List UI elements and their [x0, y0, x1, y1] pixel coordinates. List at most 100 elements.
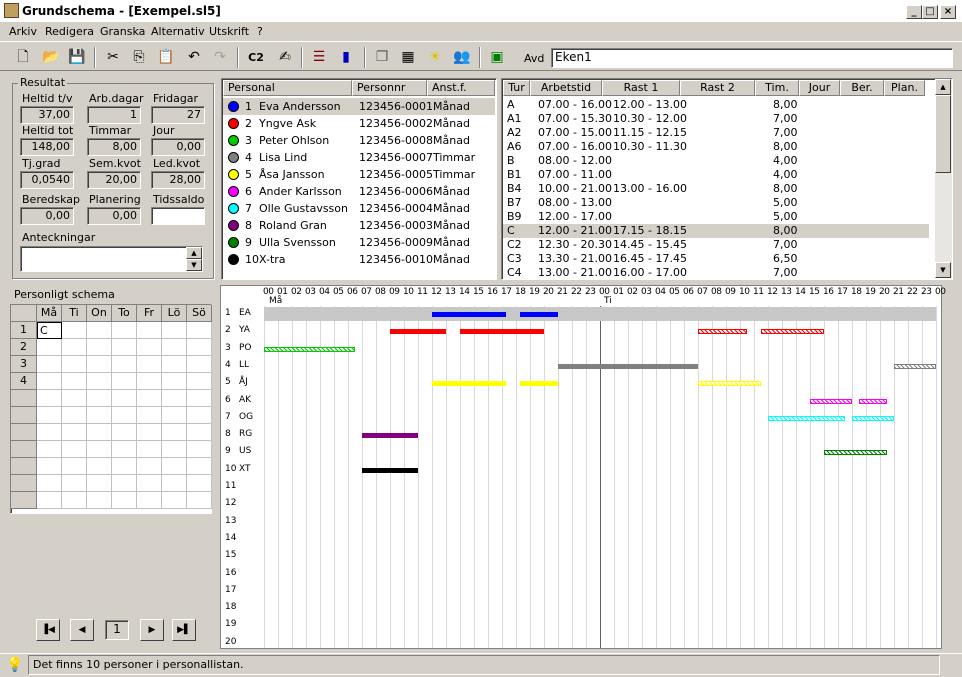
schema-cell[interactable] [62, 322, 87, 339]
schema-cell[interactable] [162, 492, 187, 509]
minimize-button[interactable]: _ [906, 5, 922, 19]
personal-row[interactable]: 7 Olle Gustavsson 123456-0004 Månad [223, 200, 495, 217]
schema-cell[interactable] [137, 322, 162, 339]
maximize-button[interactable]: □ [922, 5, 938, 19]
open-icon[interactable]: 📂 [40, 47, 62, 68]
schema-cell[interactable] [112, 475, 137, 492]
shift-bar[interactable] [519, 312, 558, 317]
redo-icon[interactable]: ↷ [209, 47, 231, 68]
menu-help[interactable]: ? [257, 25, 263, 38]
schema-cell[interactable] [87, 322, 112, 339]
gantt-chart[interactable]: 00 01 02 03 04 05 06 07 08 09 10 11 12 13 14 15 16 17 18 19… [220, 285, 946, 649]
schema-cell[interactable] [112, 424, 137, 441]
windows-icon[interactable]: ❐ [371, 47, 393, 68]
schema-cell[interactable] [187, 458, 212, 475]
schema-cell[interactable] [87, 390, 112, 407]
schema-cell[interactable] [162, 373, 187, 390]
schema-cell[interactable] [37, 441, 62, 458]
col-anst[interactable]: Anst.f. [427, 80, 495, 96]
shift-bar[interactable] [362, 433, 418, 439]
schema-cell[interactable] [162, 356, 187, 373]
shift-bar[interactable] [824, 450, 887, 456]
schema-cell[interactable] [112, 458, 137, 475]
schema-cell[interactable] [137, 390, 162, 407]
turer-col-header[interactable]: Jour [799, 80, 840, 96]
cut-icon[interactable]: ✂ [102, 47, 124, 68]
schema-cell[interactable] [112, 339, 137, 356]
schema-cell[interactable] [37, 339, 62, 356]
scroll-down-icon[interactable]: ▼ [935, 262, 951, 278]
schema-grid[interactable]: Må Ti On To Fr Lö Sö 1 C 2 3 4 [10, 304, 212, 514]
bar-chart-icon[interactable]: ▮ [335, 47, 357, 68]
schema-cell[interactable] [87, 475, 112, 492]
schema-cell[interactable] [37, 390, 62, 407]
turer-row[interactable]: B4 10.00 - 21.00 13.00 - 16.00 8,00 [503, 182, 929, 196]
close-button[interactable]: × [940, 5, 956, 19]
schema-cell[interactable] [137, 441, 162, 458]
schema-cell[interactable] [37, 492, 62, 509]
shift-bar[interactable] [362, 467, 418, 473]
personal-row[interactable]: 4 Lisa Lind 123456-0007 Timmar [223, 149, 495, 166]
paste-icon[interactable]: 📋 [155, 47, 177, 68]
schema-cell[interactable] [62, 356, 87, 373]
turer-scrollbar[interactable]: ▲ ▼ [935, 79, 952, 278]
schema-cell[interactable] [112, 492, 137, 509]
turer-col-header[interactable]: Tim. [755, 80, 799, 96]
schema-cell[interactable] [187, 475, 212, 492]
gantt-icon[interactable]: ☰ [308, 47, 330, 68]
next-page-button[interactable]: ▶ [140, 619, 164, 641]
turer-col-header[interactable]: Arbetstid [530, 80, 602, 96]
schema-cell[interactable] [187, 390, 212, 407]
schema-cell[interactable] [87, 441, 112, 458]
schema-cell[interactable] [187, 356, 212, 373]
personal-row[interactable]: 1 Eva Andersson 123456-0001 Månad [223, 98, 495, 115]
menu-alternativ[interactable]: Alternativ [151, 25, 205, 38]
c2-button[interactable]: C2 [245, 47, 267, 68]
schema-cell[interactable] [187, 441, 212, 458]
schema-cell[interactable] [137, 458, 162, 475]
shift-bar[interactable] [519, 381, 558, 387]
schema-cell[interactable] [162, 475, 187, 492]
schema-cell[interactable] [162, 441, 187, 458]
schema-cell[interactable] [187, 492, 212, 509]
calculator-icon[interactable]: ▣ [486, 47, 508, 68]
turer-col-header[interactable]: Ber. [840, 80, 884, 96]
schema-cell[interactable] [37, 407, 62, 424]
first-page-button[interactable]: ▐◀ [36, 619, 60, 641]
schema-cell[interactable] [137, 475, 162, 492]
shift-bar[interactable] [761, 329, 824, 335]
schema-cell[interactable] [37, 356, 62, 373]
turer-row[interactable]: B1 07.00 - 11.00 4,00 [503, 168, 929, 182]
scroll-down-icon[interactable]: ▼ [186, 259, 202, 271]
turer-row[interactable]: C4 13.00 - 21.00 16.00 - 17.00 7,00 [503, 266, 929, 280]
schema-cell[interactable] [162, 322, 187, 339]
shift-bar[interactable] [264, 346, 355, 352]
turer-row[interactable]: A6 07.00 - 16.00 10.30 - 11.30 8,00 [503, 140, 929, 154]
scroll-thumb[interactable] [935, 95, 951, 173]
new-icon[interactable]: 🗋 [12, 47, 34, 68]
schema-cell[interactable] [187, 322, 212, 339]
sun-icon[interactable]: ☀ [424, 47, 446, 68]
schema-cell[interactable] [87, 373, 112, 390]
turer-row[interactable]: B 08.00 - 12.00 4,00 [503, 154, 929, 168]
shift-bar[interactable] [460, 329, 544, 335]
schema-cell[interactable] [187, 407, 212, 424]
schema-cell[interactable] [62, 475, 87, 492]
schema-cell[interactable] [187, 373, 212, 390]
turer-col-header[interactable]: Rast 2 [680, 80, 755, 96]
shift-bar[interactable] [432, 381, 506, 387]
schema-cell[interactable] [137, 373, 162, 390]
schema-cell[interactable] [62, 441, 87, 458]
col-personnr[interactable]: Personnr [352, 80, 427, 96]
schema-cell[interactable] [137, 492, 162, 509]
turer-row[interactable]: A 07.00 - 16.00 12.00 - 13.00 8,00 [503, 98, 929, 112]
shift-bar[interactable] [698, 381, 761, 387]
undo-icon[interactable]: ↶ [183, 47, 205, 68]
schema-cell[interactable] [87, 407, 112, 424]
turer-row[interactable]: C 12.00 - 21.00 17.15 - 18.15 8,00 [503, 224, 929, 238]
personal-row[interactable]: 5 Åsa Jansson 123456-0005 Timmar [223, 166, 495, 183]
shift-bar[interactable] [768, 415, 845, 421]
schema-cell[interactable] [162, 390, 187, 407]
shift-bar[interactable] [390, 329, 446, 335]
turer-list[interactable]: Tur Arbetstid Rast 1 Rast 2 Tim. Jour Ber. Plan… [501, 78, 953, 280]
